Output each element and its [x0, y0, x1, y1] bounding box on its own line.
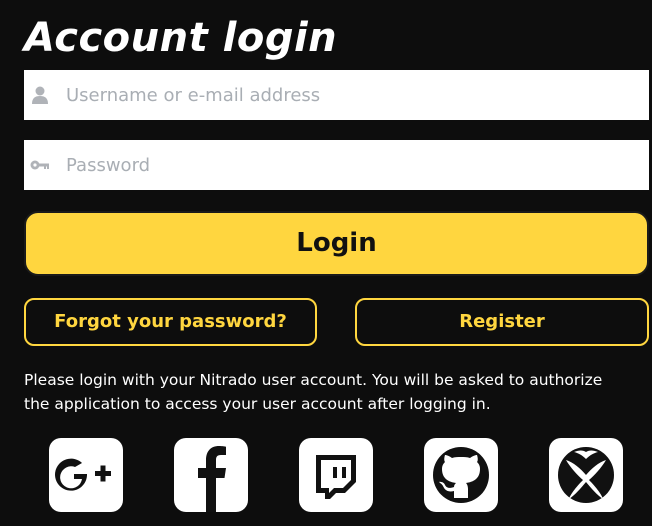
page-title: Account login	[24, 15, 338, 61]
register-button[interactable]: Register	[355, 298, 649, 346]
password-field[interactable]	[24, 140, 649, 190]
login-page: Account login Login Forgot your password…	[0, 0, 652, 526]
login-button[interactable]: Login	[24, 211, 649, 276]
google-plus-login-button[interactable]	[49, 438, 123, 512]
password-input[interactable]	[66, 140, 641, 190]
login-info-text: Please login with your Nitrado user acco…	[24, 371, 603, 413]
xbox-icon	[558, 447, 614, 503]
key-icon	[30, 156, 50, 174]
username-input[interactable]	[66, 70, 641, 120]
google-plus-icon	[55, 458, 111, 491]
forgot-password-button[interactable]: Forgot your password?	[24, 298, 317, 346]
xbox-login-button[interactable]	[549, 438, 623, 512]
github-login-button[interactable]	[424, 438, 498, 512]
github-icon	[433, 447, 489, 503]
user-icon	[30, 86, 50, 104]
twitch-login-button[interactable]	[299, 438, 373, 512]
facebook-icon	[198, 446, 226, 512]
twitch-icon	[316, 455, 356, 499]
username-field[interactable]	[24, 70, 649, 120]
facebook-login-button[interactable]	[174, 438, 248, 512]
